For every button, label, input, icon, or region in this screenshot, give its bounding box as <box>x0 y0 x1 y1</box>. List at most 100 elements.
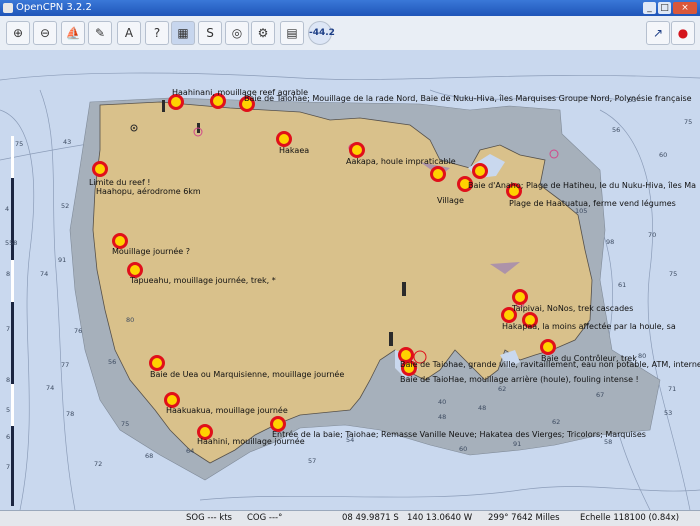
waypoint-label[interactable]: Baie d'Anaho; Plage de Hatiheu, le du Nu… <box>468 181 696 190</box>
depth-sounding: 61 <box>618 281 627 289</box>
route-icon: S <box>206 26 214 40</box>
chart-canvas[interactable]: 4 558 8 7 8 5 6 7 91 76 80 56 78 75 72 68 64 74 77 43 52 75 74… <box>0 50 700 510</box>
waypoint-label[interactable]: Taipivai, NoNos, trek cascades <box>512 304 633 313</box>
tides-currents-button[interactable]: ⚙ <box>251 21 275 45</box>
title-bar: OpenCPN 3.2.2 _ □ × <box>0 0 700 16</box>
depth-sounding: 75 <box>121 420 130 428</box>
zoom-out-button[interactable]: ⊖ <box>33 21 57 45</box>
main-toolbar: ⊕ ⊖ ⛵ ✎ A? ▦ S ◎ ⚙ ▤ -44.2 ↗ ● <box>0 16 700 51</box>
measure-button[interactable]: ✎ <box>88 21 112 45</box>
waypoint-marker[interactable] <box>472 163 488 179</box>
zoom-out-icon: ⊖ <box>39 26 51 40</box>
auto-follow-button[interactable]: ⛵ <box>61 21 85 45</box>
compass-icon: ↗ <box>652 26 664 40</box>
scale-bar-segment <box>11 384 14 426</box>
waypoint-label[interactable]: Baie de TaioHae, mouillage arrière (houl… <box>400 375 639 384</box>
lifebuoy-icon: ◎ <box>231 26 243 40</box>
depth-sounding: 6 <box>6 433 11 441</box>
depth-sounding: 80 <box>126 316 135 324</box>
depth-sounding: 68 <box>145 452 154 460</box>
waypoint-label[interactable]: Hakaea <box>279 146 309 155</box>
scale-bar <box>11 136 14 506</box>
chart-quilt-icon: ▦ <box>177 26 189 40</box>
depth-sounding: 76 <box>74 327 83 335</box>
depth-sounding: 7 <box>6 325 11 333</box>
waypoint-label[interactable]: Entrée de la baie; Taiohae; Remasse Vani… <box>272 430 646 439</box>
depth-sounding: 78 <box>66 410 75 418</box>
depth-sounding: 74 <box>40 270 49 278</box>
depth-sounding: 4 <box>5 205 10 213</box>
waypoint-marker[interactable] <box>349 142 365 158</box>
depth-sounding: 98 <box>606 238 615 246</box>
measure-icon: ✎ <box>94 26 106 40</box>
waypoint-label[interactable]: Aakapa, houle impraticable <box>346 157 456 166</box>
waypoint-label[interactable]: Village <box>437 196 464 205</box>
depth-sounding: 8 <box>6 270 11 278</box>
compass-button[interactable]: ↗ <box>646 21 670 45</box>
depth-sounding: 43 <box>63 138 72 146</box>
depth-sounding: 72 <box>94 460 103 468</box>
route-button[interactable]: S <box>198 21 222 45</box>
waypoint-label[interactable]: Tapueahu, mouillage journée, trek, * <box>130 276 276 285</box>
depth-sounding: 75 <box>684 118 693 126</box>
depth-sounding: 60 <box>459 445 468 453</box>
depth-sounding: 48 <box>438 413 447 421</box>
depth-sounding: 48 <box>478 404 487 412</box>
waypoint-label[interactable]: Baie de Taiohae; Mouillage de la rade No… <box>244 94 692 103</box>
depth-sounding: 53 <box>664 409 673 417</box>
waypoint-marker[interactable] <box>149 355 165 371</box>
depth-sounding: 75 <box>669 270 678 278</box>
waypoint-marker[interactable] <box>92 161 108 177</box>
help-button[interactable]: ? <box>145 21 169 45</box>
depth-sounding: 56 <box>108 358 117 366</box>
close-button[interactable]: × <box>673 2 697 14</box>
app-icon <box>3 3 13 13</box>
depth-sounding: 74 <box>46 384 55 392</box>
depth-sounding: 75 <box>15 140 24 148</box>
gps-status-button[interactable]: ● <box>671 21 695 45</box>
bearing-distance-readout: 299° 7642 Milles <box>488 513 560 523</box>
zoom-in-button[interactable]: ⊕ <box>6 21 30 45</box>
help-icon: ? <box>153 26 161 40</box>
text-icon: A <box>124 26 134 40</box>
waypoint-label[interactable]: Plage de Haatuatua, ferme vend légumes <box>509 199 676 208</box>
waypoint-label[interactable]: Haahopu, aérodrome 6km <box>96 187 201 196</box>
print-button[interactable]: ▤ <box>280 21 304 45</box>
waypoint-marker[interactable] <box>540 339 556 355</box>
current-speed-icon: -44.2 <box>309 28 335 38</box>
waypoint-marker[interactable] <box>512 289 528 305</box>
minimize-button[interactable]: _ <box>643 2 656 14</box>
depth-sounding: 60 <box>659 151 668 159</box>
depth-sounding: 80 <box>638 352 647 360</box>
depth-sounding: 52 <box>61 202 70 210</box>
status-bar: SOG --- kts COG ---° 08 49.9871 S 140 13… <box>0 510 700 526</box>
depth-sounding: 558 <box>5 239 18 247</box>
waypoint-marker[interactable] <box>430 166 446 182</box>
lifebuoy-button[interactable]: ◎ <box>225 21 249 45</box>
maximize-button[interactable]: □ <box>658 2 671 14</box>
tides-currents-icon: ⚙ <box>257 26 269 40</box>
sog-readout: SOG --- kts <box>186 513 232 523</box>
waypoint-marker[interactable] <box>276 131 292 147</box>
depth-sounding: 62 <box>498 385 507 393</box>
waypoint-label[interactable]: Baie de Uea ou Marquisienne, mouillage j… <box>150 370 344 379</box>
auto-follow-icon: ⛵ <box>65 26 81 40</box>
depth-sounding: 5 <box>6 406 11 414</box>
zoom-in-icon: ⊕ <box>12 26 24 40</box>
window-title: OpenCPN 3.2.2 <box>16 2 92 13</box>
scale-readout: Echelle 118100 (0.84x) <box>580 513 680 523</box>
text-button[interactable]: A <box>117 21 141 45</box>
waypoint-label[interactable]: Haakuakua, mouillage journée <box>166 406 288 415</box>
scale-bar-segment <box>11 136 14 178</box>
depth-sounding: 57 <box>308 457 317 465</box>
current-speed-badge[interactable]: -44.2 <box>308 21 335 45</box>
waypoint-label[interactable]: Limite du reef ! <box>89 178 151 187</box>
depth-sounding: 40 <box>438 398 447 406</box>
depth-sounding: 91 <box>58 256 67 264</box>
latitude-readout: 08 49.9871 S <box>342 513 399 523</box>
waypoint-label[interactable]: Baie de Taiohae, grande ville, ravitaill… <box>400 360 700 369</box>
waypoint-label[interactable]: Mouillage journée ? <box>112 247 190 256</box>
waypoint-label[interactable]: Hakapaa, la moins affectée par la houle,… <box>502 322 676 331</box>
depth-sounding: 70 <box>648 231 657 239</box>
chart-quilt-button[interactable]: ▦ <box>171 21 195 45</box>
